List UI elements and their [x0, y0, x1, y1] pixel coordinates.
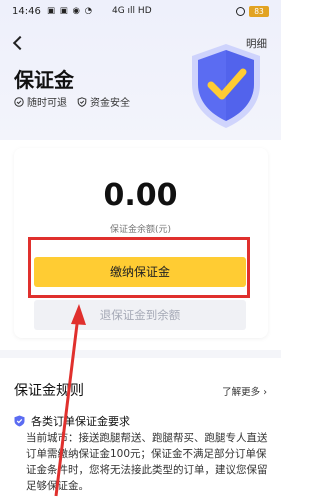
network-indicator: 4G ıll HD — [112, 6, 152, 16]
notification-icons: ▣ ▣ ◉ ◔ — [47, 6, 94, 16]
rule-item-text: 当前城市：接送跑腿帮送、跑腿帮买、跑腿专人直送订单需缴纳保证金100元；保证金不… — [26, 432, 268, 492]
back-icon[interactable] — [10, 34, 28, 52]
status-time: 14:46 — [12, 6, 41, 17]
balance-label: 保证金余额(元) — [109, 225, 172, 235]
refund-deposit-button[interactable]: 退保证金到余额 — [34, 300, 246, 330]
page-title: 保证金 — [14, 68, 74, 92]
balance-amount: 0.00 — [103, 178, 178, 213]
section-divider — [0, 350, 281, 358]
rule-item-header: 各类订单保证金要求 — [14, 413, 130, 429]
rules-title: 保证金规则 — [14, 383, 84, 399]
pay-deposit-button[interactable]: 缴纳保证金 — [34, 257, 246, 287]
feature-list: 随时可退 资金安全 — [14, 94, 130, 109]
alarm-icon — [236, 7, 245, 16]
feature-label: 资金安全 — [90, 98, 130, 109]
rule-item-title: 各类订单保证金要求 — [31, 415, 130, 428]
feature-item-safety: 资金安全 — [77, 94, 130, 109]
learn-more-link[interactable]: 了解更多 › — [222, 384, 267, 398]
battery-icon: 83 — [249, 6, 269, 17]
shield-check-icon — [192, 44, 260, 128]
shield-icon — [14, 415, 25, 427]
feature-label: 随时可退 — [27, 98, 67, 109]
status-bar: 14:46 ▣ ▣ ◉ ◔ 4G ıll HD 83 — [0, 0, 281, 24]
feature-item-refund: 随时可退 — [14, 94, 67, 109]
clock-check-icon — [14, 96, 24, 107]
shield-check-icon — [77, 96, 87, 107]
